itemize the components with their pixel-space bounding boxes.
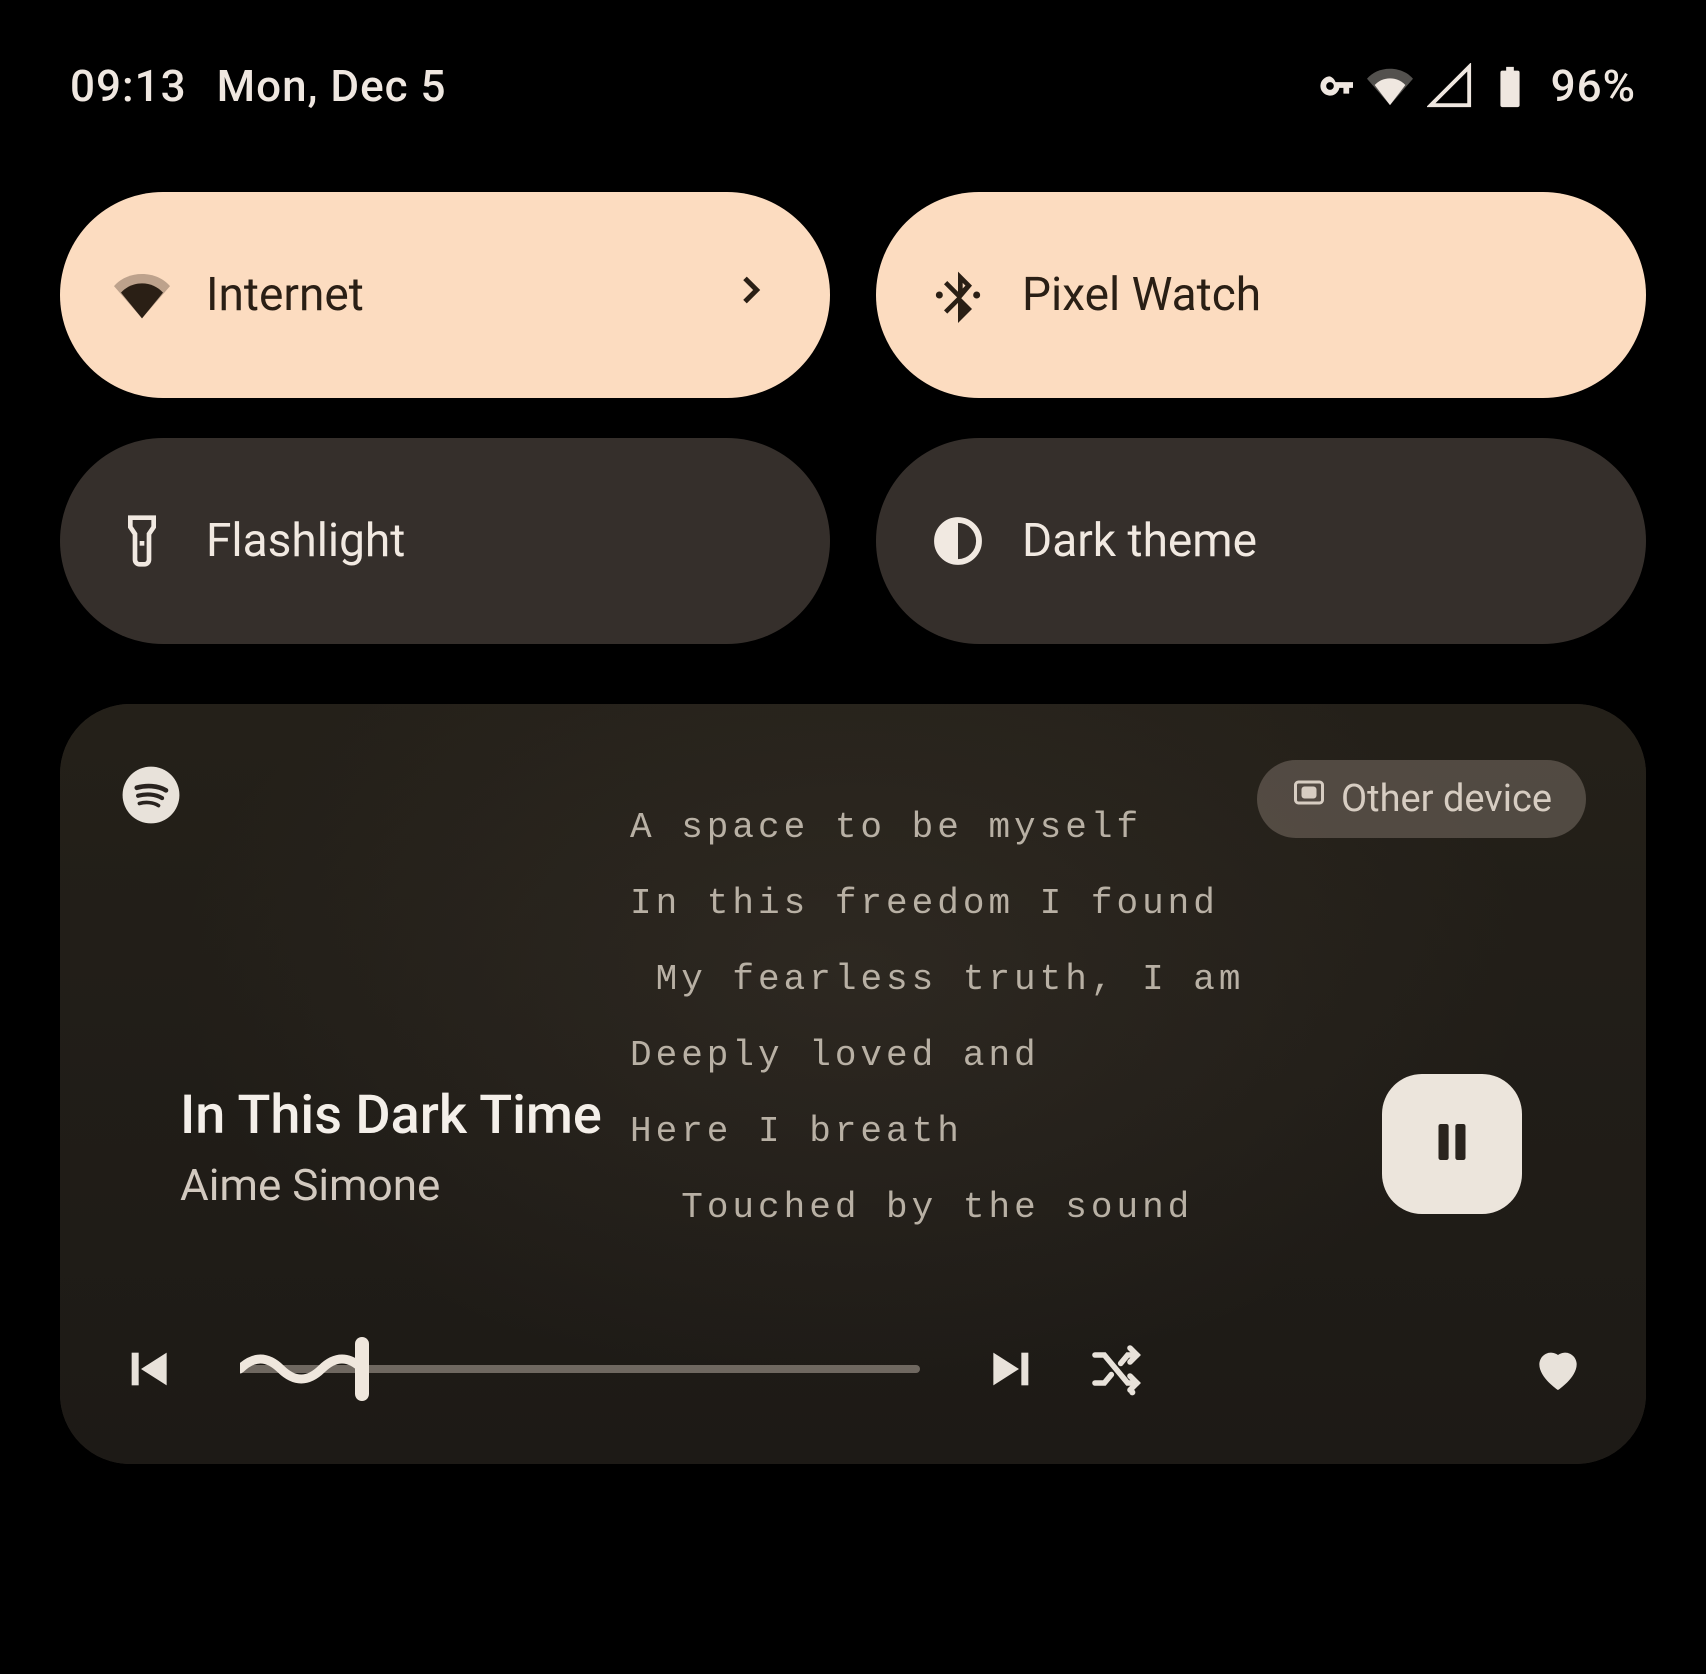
qs-bluetooth-label: Pixel Watch bbox=[1022, 268, 1586, 322]
seek-progress-wave bbox=[240, 1347, 362, 1391]
seek-bar[interactable] bbox=[240, 1339, 920, 1399]
like-button[interactable] bbox=[1530, 1341, 1586, 1397]
wifi-icon bbox=[114, 267, 170, 323]
output-device-label: Other device bbox=[1341, 777, 1552, 821]
status-time: 09:13 bbox=[70, 60, 187, 112]
dark-theme-icon bbox=[930, 513, 986, 569]
battery-percentage: 96% bbox=[1551, 60, 1636, 112]
next-track-button[interactable] bbox=[984, 1341, 1040, 1397]
play-pause-button[interactable] bbox=[1382, 1074, 1522, 1214]
track-artist: Aime Simone bbox=[180, 1159, 602, 1211]
qs-flashlight-label: Flashlight bbox=[206, 514, 770, 568]
qs-darktheme-tile[interactable]: Dark theme bbox=[876, 438, 1646, 644]
qs-darktheme-label: Dark theme bbox=[1022, 514, 1586, 568]
pause-icon bbox=[1425, 1115, 1479, 1173]
qs-flashlight-tile[interactable]: Flashlight bbox=[60, 438, 830, 644]
cellular-icon bbox=[1427, 63, 1473, 109]
qs-bluetooth-tile[interactable]: Pixel Watch bbox=[876, 192, 1646, 398]
wifi-icon bbox=[1367, 63, 1413, 109]
seek-thumb[interactable] bbox=[355, 1337, 369, 1401]
battery-icon bbox=[1487, 63, 1533, 109]
track-title: In This Dark Time bbox=[180, 1084, 602, 1147]
quick-settings-grid: Internet Pixel Watch Flashlight Dark the… bbox=[60, 192, 1646, 644]
cast-icon bbox=[1291, 776, 1327, 822]
vpn-key-icon bbox=[1307, 63, 1353, 109]
qs-internet-label: Internet bbox=[206, 268, 694, 322]
qs-internet-tile[interactable]: Internet bbox=[60, 192, 830, 398]
spotify-icon[interactable] bbox=[120, 764, 182, 826]
status-date: Mon, Dec 5 bbox=[217, 60, 447, 112]
previous-track-button[interactable] bbox=[120, 1341, 176, 1397]
media-player-card: A space to be myself In this freedom I f… bbox=[60, 704, 1646, 1464]
output-device-chip[interactable]: Other device bbox=[1257, 760, 1586, 838]
shuffle-button[interactable] bbox=[1088, 1341, 1144, 1397]
flashlight-icon bbox=[114, 513, 170, 569]
bluetooth-connected-icon bbox=[930, 267, 986, 323]
chevron-right-icon bbox=[730, 268, 770, 322]
status-bar: 09:13 Mon, Dec 5 96% bbox=[60, 60, 1646, 192]
